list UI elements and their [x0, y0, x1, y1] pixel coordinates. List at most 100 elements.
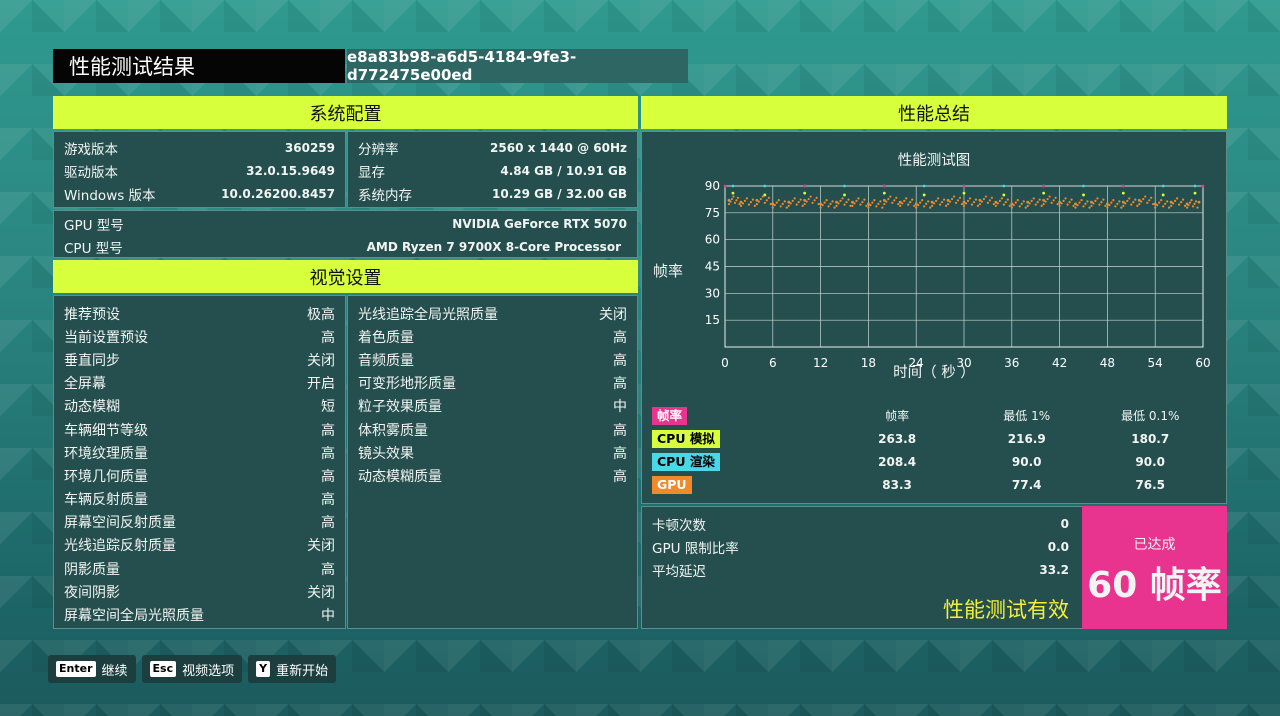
setting-value: 短 [321, 399, 335, 416]
chart-point [1002, 184, 1006, 188]
chart-point-gpu [1056, 202, 1059, 206]
chart-point-gpu [1178, 203, 1181, 206]
chart-point-gpu [1016, 199, 1019, 202]
stats-column-header: 最低 1% [1003, 409, 1051, 423]
chart-point-gpu [1170, 204, 1173, 207]
chart-point-gpu [1084, 202, 1087, 205]
setting-label: 屏幕空间反射质量 [64, 515, 176, 532]
setting-value: 高 [613, 376, 627, 393]
chart-point [755, 198, 759, 202]
chart-point-gpu [1181, 198, 1185, 201]
system-info-value: 4.84 GB / 10.91 GB [500, 163, 627, 178]
setting-label: 音频质量 [358, 352, 414, 369]
footer-bar: Enter 继续 Esc 视频选项 Y 重新开始 [48, 655, 337, 683]
chart-point-gpu [1183, 204, 1187, 207]
setting-row: 体积雾质量 高 [348, 418, 637, 441]
chart-point [962, 184, 966, 188]
stutter-row: 卡顿次数 0 [642, 512, 1085, 535]
system-info-value: 32.0.15.9649 [246, 163, 335, 178]
footer-button-label: 重新开始 [276, 663, 329, 679]
chart-point-gpu [929, 206, 932, 209]
chart-point [1121, 200, 1125, 204]
chart-y-tick-label: 75 [705, 206, 720, 220]
stats-header-row: 帧率 帧率 最低 1% 最低 0.1% [652, 404, 1212, 427]
chart-point-gpu [1002, 203, 1005, 206]
page-title-text: 性能测试结果 [69, 55, 195, 79]
system-config-right-panel: 分辨率 2560 x 1440 @ 60Hz 显存 4.84 GB / 10.91 G… [347, 131, 638, 208]
gpu-limit-value: 0.0 [1047, 539, 1069, 554]
chart-point-gpu [819, 206, 822, 209]
chart-point-gpu [1068, 201, 1071, 204]
chart-point-gpu [1094, 199, 1097, 202]
chart-point [1197, 200, 1201, 204]
chart-point [898, 200, 902, 204]
chart-x-tick-label: 24 [909, 356, 924, 370]
cpu-model-value: AMD Ryzen 7 9700X 8-Core Processor [366, 239, 621, 254]
chart-point [1137, 198, 1141, 202]
setting-label: 光线追踪全局光照质量 [358, 306, 498, 323]
setting-label: 着色质量 [358, 329, 414, 346]
chart-point-gpu [827, 205, 830, 208]
chart-point-gpu [1132, 201, 1135, 204]
chart-point-gpu [1064, 197, 1067, 200]
stats-value: 263.8 [878, 431, 917, 446]
setting-row: 动态模糊 短 [54, 395, 345, 418]
chart-point [1002, 193, 1006, 197]
chart-point-gpu [972, 201, 976, 204]
chart-point-gpu [891, 201, 894, 204]
stats-row: CPU 渲染 208.4 90.0 90.0 [652, 450, 1212, 473]
chart-point-gpu [1020, 202, 1023, 205]
setting-row: 当前设置预设 高 [54, 325, 345, 348]
legend-fps-tag: 帧率 [652, 406, 688, 425]
chart-point-gpu [767, 196, 770, 199]
chart-point-gpu [1176, 197, 1179, 200]
latency-label: 平均延迟 [652, 563, 706, 580]
setting-row: 动态模糊质量 高 [348, 464, 637, 487]
chart-point-gpu [1160, 199, 1163, 202]
chart-point-gpu [873, 199, 876, 202]
setting-row: 环境纹理质量 高 [54, 441, 345, 464]
chart-point-gpu [759, 197, 762, 201]
chart-y-tick-label: 90 [705, 179, 720, 193]
chart-point-gpu [809, 195, 812, 198]
chart-point [727, 198, 731, 202]
chart-x-tick-label: 0 [721, 356, 729, 370]
stats-legend-cell: CPU 模拟 [652, 429, 829, 448]
chart-x-tick-label: 18 [861, 356, 876, 370]
chart-point [922, 193, 926, 197]
chart-title: 性能测试图 [897, 153, 971, 169]
chart-point-gpu [771, 206, 774, 209]
chart-point-gpu [833, 206, 836, 209]
chart-point-gpu [835, 204, 838, 207]
setting-row: 着色质量 高 [348, 325, 637, 348]
chart-point-gpu [1194, 200, 1198, 203]
footer-button-1[interactable]: Esc 视频选项 [141, 655, 243, 683]
chart-point [1074, 202, 1077, 206]
latency-value: 33.2 [1039, 562, 1069, 577]
chart-x-tick-label: 42 [1052, 356, 1067, 370]
gpu-model-value: NVIDIA GeForce RTX 5070 [452, 216, 627, 231]
system-info-row: 分辨率 2560 x 1440 @ 60Hz [348, 136, 637, 159]
visual-settings-right-panel: 光线追踪全局光照质量 关闭 着色质量高音频质量高可变形地形质量高粒子效果质量中体积雾… [347, 295, 638, 629]
footer-button-2[interactable]: Y 重新开始 [248, 655, 337, 683]
chart-point-gpu [986, 201, 989, 204]
system-info-value: 10.29 GB / 32.00 GB [492, 186, 627, 201]
chart-point-gpu [753, 204, 756, 207]
chart-point [843, 184, 846, 188]
chart-point-gpu [1086, 200, 1089, 203]
legend-tag: CPU 渲染 [652, 452, 720, 471]
footer-button-0[interactable]: Enter 继续 [48, 655, 136, 683]
chart-point-gpu [1072, 204, 1075, 207]
hardware-panel: GPU 型号 NVIDIA GeForce RTX 5070 CPU 型号 AM… [53, 210, 638, 258]
chart-point-gpu [978, 202, 982, 206]
setting-label: 环境几何质量 [64, 468, 148, 485]
chart-point-gpu [761, 195, 764, 198]
chart-point-gpu [799, 198, 802, 201]
chart-point-gpu [935, 199, 938, 202]
chart-point-gpu [887, 197, 890, 201]
visual-settings-header: 视觉设置 [53, 260, 638, 293]
chart-point-gpu [1032, 197, 1035, 200]
chart-point-gpu [797, 201, 800, 204]
chart-point [1082, 193, 1085, 197]
setting-value: 中 [321, 608, 335, 625]
